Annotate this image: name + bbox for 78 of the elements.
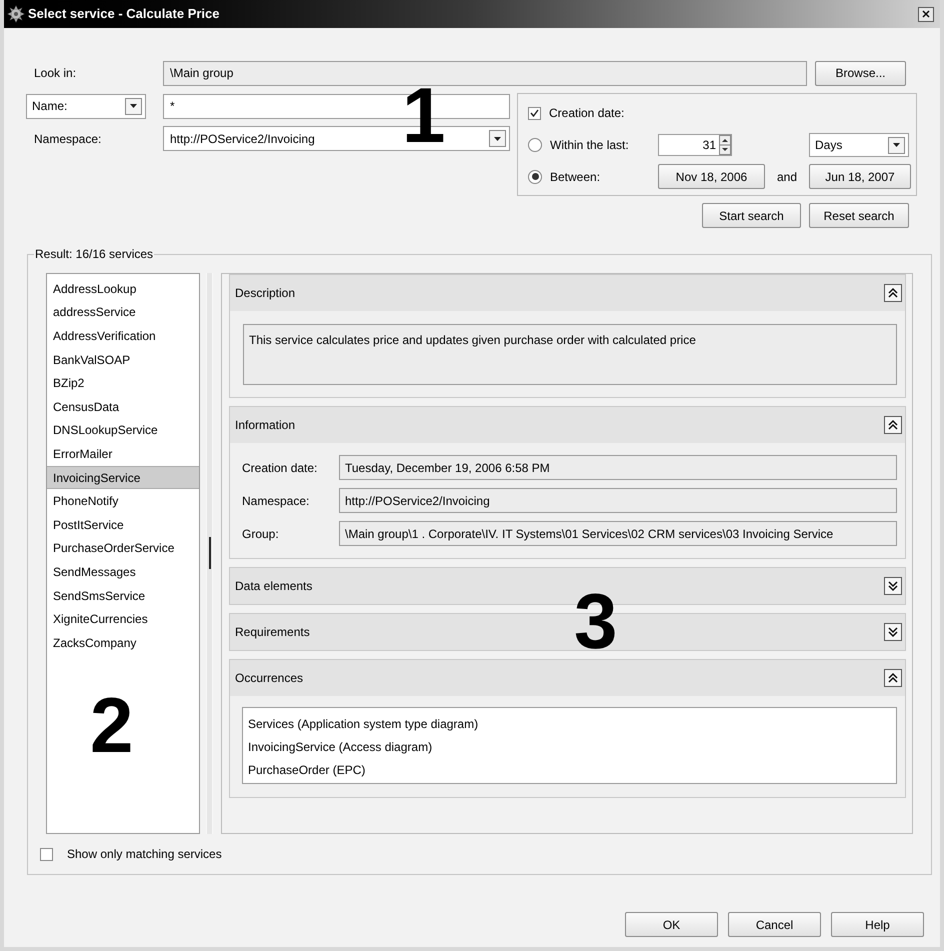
service-list-item[interactable]: AddressLookup <box>47 277 199 301</box>
days-spinner[interactable]: 31 <box>658 134 732 156</box>
description-text: This service calculates price and updates given purchase order with calculated price <box>243 324 897 385</box>
namespace-label: Namespace: <box>33 130 102 148</box>
double-chevron-up-icon <box>884 284 902 302</box>
field-value: \Main group\1 . Corporate\IV. IT Systems\01 Services\02 CRM services\03 Invoicing Service <box>339 521 897 546</box>
look-in-label: Look in: <box>33 65 78 82</box>
service-list-item[interactable]: BZip2 <box>47 371 199 395</box>
section-title: Data elements <box>235 578 312 595</box>
between-label: Between: <box>550 168 600 186</box>
checkbox[interactable] <box>528 106 541 120</box>
double-chevron-up-icon <box>884 669 902 687</box>
start-date-button[interactable]: Nov 18, 2006 <box>658 164 765 189</box>
radio-button[interactable] <box>528 170 542 184</box>
caret-icon <box>494 136 501 140</box>
section-header[interactable]: Occurrences <box>230 660 905 696</box>
section-title: Occurrences <box>235 670 304 687</box>
radio-button[interactable] <box>528 138 542 152</box>
ok-button[interactable]: OK <box>625 912 718 937</box>
field-value: Tuesday, December 19, 2006 6:58 PM <box>339 455 897 480</box>
occurrence-item[interactable]: Services (Application system type diagram) <box>248 712 896 735</box>
within-last-label: Within the last: <box>550 137 629 154</box>
browse-button[interactable]: Browse... <box>815 60 906 86</box>
cancel-button[interactable]: Cancel <box>728 912 821 937</box>
help-button[interactable]: Help <box>831 912 924 937</box>
field-label: Group: <box>242 526 280 542</box>
spinner-arrows-icon <box>719 135 731 155</box>
section-title: Requirements <box>235 624 310 641</box>
service-list-item[interactable]: BankValSOAP <box>47 348 199 372</box>
creation-date-label: Creation date: <box>549 105 624 122</box>
close-button[interactable] <box>918 6 934 22</box>
section-toggle-button[interactable] <box>884 416 902 434</box>
show-matching-label: Show only matching services <box>67 846 222 863</box>
result-count-label: Result: 16/16 services <box>34 246 154 263</box>
close-icon <box>922 10 930 18</box>
section-title: Information <box>235 417 296 434</box>
field-value: http://POService2/Invoicing <box>339 488 897 513</box>
reset-search-button[interactable]: Reset search <box>809 203 909 228</box>
section-header[interactable]: Description <box>230 275 905 311</box>
section-toggle-button[interactable] <box>884 669 902 687</box>
occurrence-item[interactable]: PurchaseOrder (EPC) <box>248 758 896 781</box>
end-date-button[interactable]: Jun 18, 2007 <box>809 164 911 189</box>
service-list-item[interactable]: DNSLookupService <box>47 418 199 442</box>
service-list-item[interactable]: SendSmsService <box>47 584 199 608</box>
gear-icon <box>7 5 25 23</box>
caret-icon <box>893 143 900 147</box>
service-list-item[interactable]: addressService <box>47 300 199 324</box>
service-list-item[interactable]: PurchaseOrderService <box>47 536 199 560</box>
section-header[interactable]: Information <box>230 407 905 443</box>
caret-icon <box>130 104 137 108</box>
double-chevron-down-icon <box>884 623 902 641</box>
window-title: Select service - Calculate Price <box>28 5 220 24</box>
service-list-item[interactable]: ErrorMailer <box>47 442 199 466</box>
section-toggle-button[interactable] <box>884 284 902 302</box>
field-label: Creation date: <box>242 460 318 476</box>
section-toggle-button[interactable] <box>884 577 902 595</box>
section-toggle-button[interactable] <box>884 623 902 641</box>
section-title: Description <box>235 285 296 302</box>
double-chevron-down-icon <box>884 577 902 595</box>
field-label: Namespace: <box>242 492 310 510</box>
and-label: and <box>776 168 798 186</box>
occurrence-item[interactable]: InvoicingService (Access diagram) <box>248 735 896 758</box>
check-icon <box>530 109 539 117</box>
start-search-button[interactable]: Start search <box>702 203 801 228</box>
service-list-item[interactable]: PhoneNotify <box>47 489 199 513</box>
checkbox[interactable] <box>40 848 53 860</box>
service-list-item[interactable]: SendMessages <box>47 560 199 584</box>
service-list-item[interactable]: CensusData <box>47 394 199 419</box>
unit-dropdown[interactable]: Days <box>809 133 909 157</box>
field-type-dropdown[interactable]: Name: <box>26 94 146 118</box>
service-list-item[interactable]: XigniteCurrencies <box>47 607 199 631</box>
service-list-item[interactable]: InvoicingService <box>47 466 199 490</box>
double-chevron-up-icon <box>884 416 902 434</box>
service-list-item[interactable]: PostItService <box>47 512 199 537</box>
service-list-item[interactable]: ZacksCompany <box>47 630 199 654</box>
look-in-field: \Main group <box>163 60 807 86</box>
callout-number: 2 <box>90 686 134 764</box>
service-list-item[interactable]: AddressVerification <box>47 324 199 348</box>
